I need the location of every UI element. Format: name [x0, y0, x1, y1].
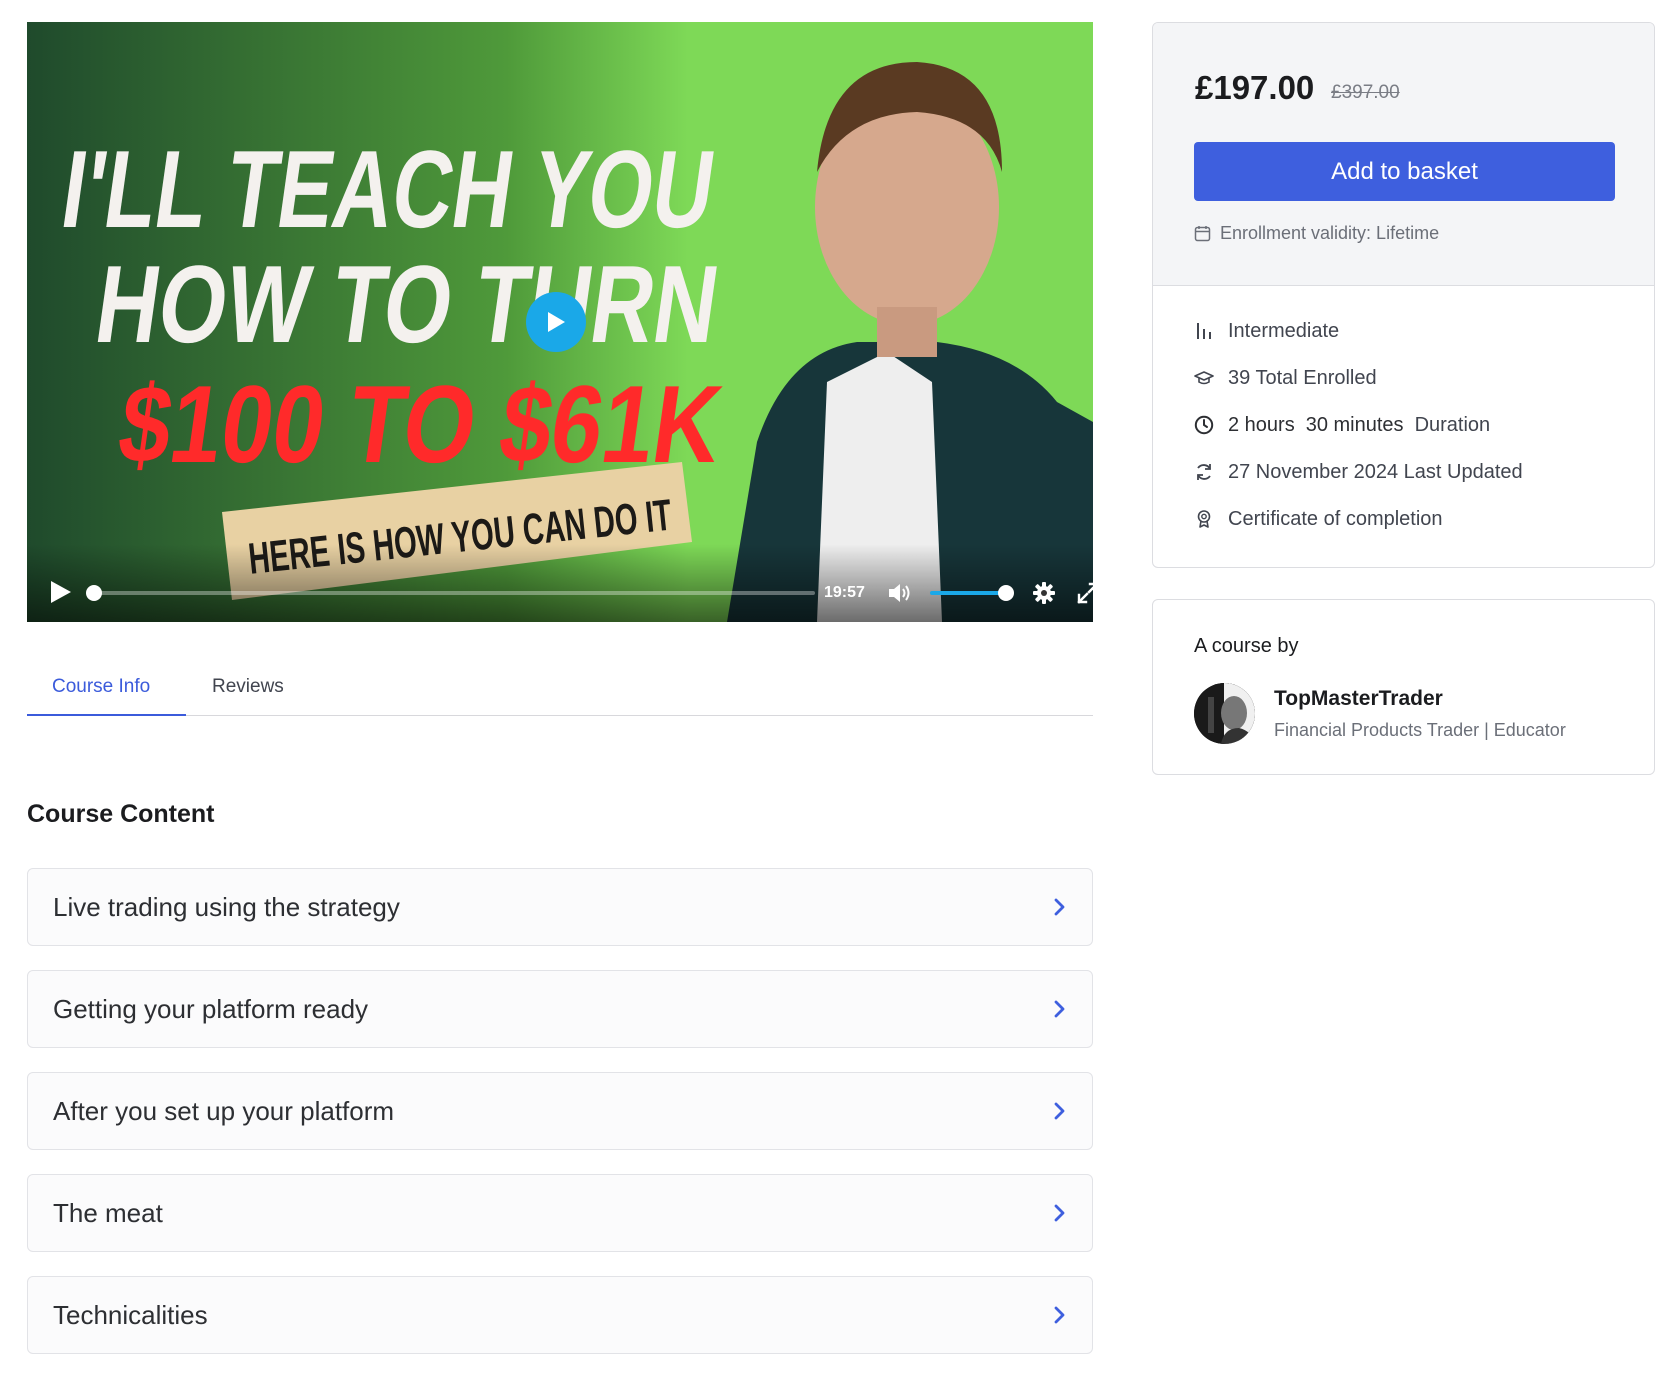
- enrollment-validity: Enrollment validity: Lifetime: [1194, 222, 1439, 244]
- topic-title: Technicalities: [53, 1300, 208, 1330]
- topic-accordion-item[interactable]: Technicalities: [27, 1276, 1093, 1354]
- chevron-right-icon: [1054, 1204, 1065, 1222]
- duration-label: Duration: [1414, 413, 1491, 436]
- meta-certificate: Certificate of completion: [1194, 505, 1443, 533]
- add-to-basket-button[interactable]: Add to basket: [1194, 142, 1615, 201]
- pricing-section: £197.00 £397.00 Add to basket Enrollment…: [1153, 23, 1654, 286]
- author-card: A course by TopMasterTrader Financial Pr…: [1152, 599, 1655, 775]
- level-text: Intermediate: [1228, 319, 1340, 342]
- original-price: £397.00: [1331, 82, 1400, 103]
- volume-slider[interactable]: [930, 591, 1008, 595]
- course-by-label: A course by: [1194, 635, 1299, 657]
- author-name[interactable]: TopMasterTrader: [1274, 687, 1443, 711]
- tab-reviews[interactable]: Reviews: [212, 676, 284, 698]
- video-progress-handle[interactable]: [86, 585, 102, 601]
- play-icon[interactable]: [47, 579, 73, 605]
- course-tabs: Course Info Reviews: [27, 664, 1093, 716]
- meta-level: Intermediate: [1194, 317, 1339, 345]
- topic-title: After you set up your platform: [53, 1096, 395, 1126]
- video-progress-bar[interactable]: [93, 591, 815, 595]
- graduation-cap-icon: [1194, 371, 1214, 385]
- duration-hours: 2 hours: [1228, 413, 1295, 436]
- topic-accordion-item[interactable]: Live trading using the strategy: [27, 868, 1093, 946]
- level-bars-icon: [1197, 323, 1211, 339]
- purchase-card: £197.00 £397.00 Add to basket Enrollment…: [1152, 22, 1655, 568]
- active-tab-indicator: [27, 714, 186, 716]
- enrollment-validity-text: Enrollment validity: Lifetime: [1220, 222, 1440, 243]
- course-content-heading: Course Content: [27, 800, 215, 828]
- fullscreen-icon[interactable]: [1076, 581, 1093, 605]
- course-video-player[interactable]: I'LL TEACH YOU HOW TO TURN $100 TO $61K …: [27, 22, 1093, 622]
- play-icon: [548, 312, 565, 332]
- last-updated-text: 27 November 2024 Last Updated: [1228, 460, 1523, 483]
- topic-title: The meat: [53, 1198, 163, 1228]
- topic-title: Live trading using the strategy: [53, 892, 400, 922]
- chevron-right-icon: [1054, 1102, 1065, 1120]
- duration-minutes: 30 minutes: [1305, 413, 1404, 436]
- refresh-icon: [1197, 464, 1211, 480]
- video-controls: 19:57: [27, 544, 1093, 622]
- settings-gear-icon[interactable]: [1032, 581, 1056, 605]
- video-play-overlay-button[interactable]: [526, 292, 586, 352]
- author-avatar[interactable]: [1194, 683, 1255, 744]
- current-price: £197.00: [1195, 69, 1315, 106]
- tab-course-info[interactable]: Course Info: [52, 676, 150, 698]
- thumb-line-2: HOW TO TURN: [89, 243, 726, 365]
- volume-slider-handle[interactable]: [998, 585, 1014, 601]
- clock-icon: [1194, 415, 1214, 435]
- chevron-right-icon: [1054, 1306, 1065, 1324]
- duration-values: 2 hours 30 minutes Duration: [1228, 414, 1490, 437]
- volume-icon[interactable]: [887, 582, 913, 604]
- calendar-icon: [1194, 225, 1211, 241]
- topic-accordion-item[interactable]: After you set up your platform: [27, 1072, 1093, 1150]
- meta-duration: 2 hours 30 minutes Duration: [1194, 411, 1490, 439]
- certificate-text: Certificate of completion: [1228, 507, 1443, 530]
- chevron-right-icon: [1054, 898, 1065, 916]
- certificate-badge-icon: [1197, 510, 1211, 528]
- thumb-line-1: I'LL TEACH YOU: [55, 128, 722, 250]
- author-avatar-image: [1194, 683, 1255, 744]
- meta-enrolled: 39 Total Enrolled: [1194, 364, 1377, 392]
- topic-accordion-item[interactable]: The meat: [27, 1174, 1093, 1252]
- meta-last-updated: 27 November 2024 Last Updated: [1194, 458, 1523, 486]
- enrolled-text: 39 Total Enrolled: [1228, 366, 1377, 389]
- video-time: 19:57: [824, 584, 865, 601]
- chevron-right-icon: [1054, 1000, 1065, 1018]
- author-role: Financial Products Trader | Educator: [1274, 720, 1566, 740]
- topic-title: Getting your platform ready: [53, 994, 369, 1024]
- topic-accordion-item[interactable]: Getting your platform ready: [27, 970, 1093, 1048]
